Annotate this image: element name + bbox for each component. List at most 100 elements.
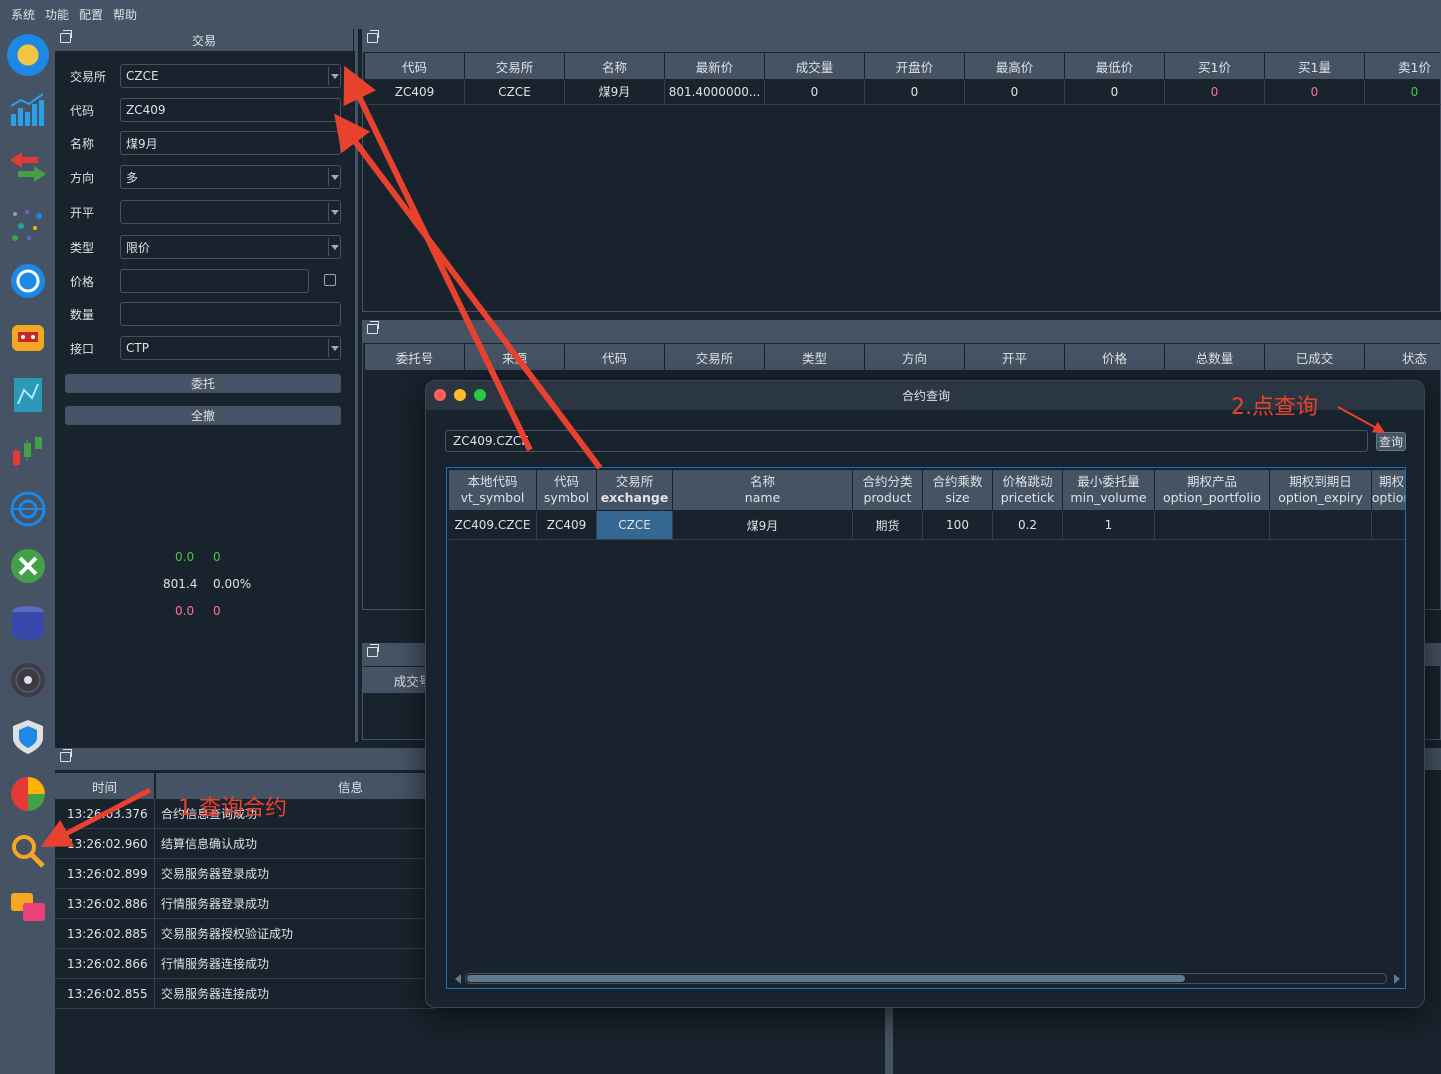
order-header-cell[interactable]: 交易所 (665, 344, 765, 370)
float-icon[interactable] (60, 30, 72, 43)
contract-header-cell[interactable]: 代码 symbol (537, 470, 597, 510)
price-checkbox[interactable] (324, 274, 336, 286)
market-header-cell[interactable]: 成交量 (765, 53, 865, 79)
order-header-cell[interactable]: 价格 (1065, 344, 1165, 370)
contract-header-cell[interactable]: 最小委托量 min_volume (1063, 470, 1155, 510)
market-panel: 代码 交易所 名称 最新价 成交量 开盘价 最高价 最低价 买1价 买1量 卖1价 ZC409 CZC… (362, 51, 1441, 312)
order-header-cell[interactable]: 总数量 (1165, 344, 1265, 370)
gateway-select[interactable]: CTP (120, 336, 341, 360)
contract-search-input[interactable]: ZC409.CZCE (445, 430, 1368, 452)
log-header-time[interactable]: 时间 (55, 773, 155, 799)
ring-icon[interactable] (7, 260, 49, 302)
market-header-cell[interactable]: 卖1价 (1365, 53, 1441, 79)
scatter-dots-icon[interactable] (7, 203, 49, 245)
spreadsheet-icon[interactable] (7, 545, 49, 587)
order-header-cell[interactable]: 开平 (965, 344, 1065, 370)
robot-icon[interactable] (7, 317, 49, 359)
contract-cell: 100 (923, 511, 993, 540)
offset-select[interactable] (120, 200, 341, 224)
swap-arrows-icon[interactable] (7, 146, 49, 188)
order-header-cell[interactable]: 类型 (765, 344, 865, 370)
vinyl-disc-icon[interactable] (7, 659, 49, 701)
scrollbar-thumb[interactable] (467, 975, 1185, 982)
chat-bubbles-icon[interactable] (7, 887, 49, 929)
horizontal-scrollbar[interactable] (465, 973, 1387, 984)
exchange-select[interactable]: CZCE (120, 64, 341, 88)
order-header-cell[interactable]: 委托号 (365, 344, 465, 370)
order-header-cell[interactable]: 方向 (865, 344, 965, 370)
name-value: 煤9月 (126, 136, 158, 151)
contract-header-cell[interactable]: 价格跳动 pricetick (993, 470, 1063, 510)
menu-system[interactable]: 系统 (6, 6, 40, 23)
contract-header-cell[interactable]: 名称 name (673, 470, 853, 510)
market-cell: 0 (965, 79, 1065, 105)
order-header-cell[interactable]: 已成交 (1265, 344, 1365, 370)
type-select[interactable]: 限价 (120, 235, 341, 259)
market-header-cell[interactable]: 最高价 (965, 53, 1065, 79)
pie-chart-icon[interactable] (7, 773, 49, 815)
order-header-cell[interactable]: 状态 (1365, 344, 1441, 370)
float-icon[interactable] (367, 644, 379, 657)
send-order-button[interactable]: 委托 (65, 374, 341, 393)
trade-panel: 交易所 CZCE 代码 ZC409 名称 煤9月 方向 多 开平 类型 限价 价… (55, 51, 355, 742)
order-header-cell[interactable]: 代码 (565, 344, 665, 370)
market-header-cell[interactable]: 交易所 (465, 53, 565, 79)
globe-icon[interactable] (7, 488, 49, 530)
market-header-cell[interactable]: 代码 (365, 53, 465, 79)
blueprint-icon[interactable] (7, 374, 49, 416)
name-input[interactable]: 煤9月 (120, 131, 341, 155)
contract-header-cell[interactable]: 期权产品 option_portfolio (1155, 470, 1270, 510)
table-row[interactable]: ZC409 CZCE 煤9月 801.4000000... 0 0 0 0 0 0 0 (363, 79, 1441, 107)
float-icon[interactable] (367, 30, 379, 43)
market-header-cell[interactable]: 最低价 (1065, 53, 1165, 79)
splitter[interactable] (885, 1008, 893, 1074)
contract-cell: 期货 (853, 511, 923, 540)
price-input[interactable] (120, 269, 309, 293)
float-icon[interactable] (60, 749, 72, 762)
search-icon[interactable] (7, 830, 49, 872)
query-button[interactable]: 查询 (1376, 432, 1406, 451)
log-row: 13:26:02.960 结算信息确认成功 (55, 829, 435, 859)
contract-header-cell[interactable]: 合约分类 product (853, 470, 923, 510)
float-icon[interactable] (367, 321, 379, 334)
market-header-cell[interactable]: 买1价 (1165, 53, 1265, 79)
close-window-button[interactable] (434, 389, 446, 401)
minimize-window-button[interactable] (454, 389, 466, 401)
market-header-cell[interactable]: 最新价 (665, 53, 765, 79)
price-label: 价格 (70, 274, 95, 289)
type-label: 类型 (70, 240, 95, 255)
contract-header-cell[interactable]: 本地代码 vt_symbol (449, 470, 537, 510)
contract-header-cell[interactable]: 交易所 exchange (597, 470, 673, 510)
contract-header-cell[interactable]: 合约乘数 size (923, 470, 993, 510)
header-en: size (945, 490, 970, 505)
contract-header-cell[interactable]: 期权到期日 option_expiry (1270, 470, 1372, 510)
market-header-cell[interactable]: 名称 (565, 53, 665, 79)
header-en: product (863, 490, 912, 505)
contract-header-cell[interactable]: 期权option (1372, 470, 1405, 510)
market-header-cell[interactable]: 买1量 (1265, 53, 1365, 79)
direction-select[interactable]: 多 (120, 165, 341, 189)
chess-rook-icon[interactable] (7, 34, 49, 76)
market-header-cell[interactable]: 开盘价 (865, 53, 965, 79)
scroll-left-icon[interactable] (455, 973, 463, 984)
contract-cell (1155, 511, 1270, 540)
order-header-cell[interactable]: 来源 (465, 344, 565, 370)
header-cn: 最小委托量 (1077, 474, 1140, 489)
symbol-input[interactable]: ZC409 (120, 98, 341, 122)
market-table-header: 代码 交易所 名称 最新价 成交量 开盘价 最高价 最低价 买1价 买1量 卖1价 (363, 53, 1441, 79)
cancel-all-button[interactable]: 全撤 (65, 406, 341, 425)
annotation-step1: 1.查询合约 (178, 796, 287, 821)
log-row: 13:26:02.855 交易服务器连接成功 (55, 979, 435, 1009)
scroll-right-icon[interactable] (1392, 973, 1400, 984)
zoom-window-button[interactable] (474, 389, 486, 401)
menu-config[interactable]: 配置 (74, 6, 108, 23)
volume-input[interactable] (120, 302, 341, 326)
database-icon[interactable] (7, 602, 49, 644)
bar-chart-icon[interactable] (7, 89, 49, 131)
candlestick-icon[interactable] (7, 431, 49, 473)
contract-query-dialog: 合约查询 ZC409.CZCE 查询 本地代码 vt_symbol 代码 symbol… (425, 380, 1425, 1008)
direction-value: 多 (126, 170, 139, 185)
menu-help[interactable]: 帮助 (108, 6, 142, 23)
shield-icon[interactable] (7, 716, 49, 758)
menu-function[interactable]: 功能 (40, 6, 74, 23)
